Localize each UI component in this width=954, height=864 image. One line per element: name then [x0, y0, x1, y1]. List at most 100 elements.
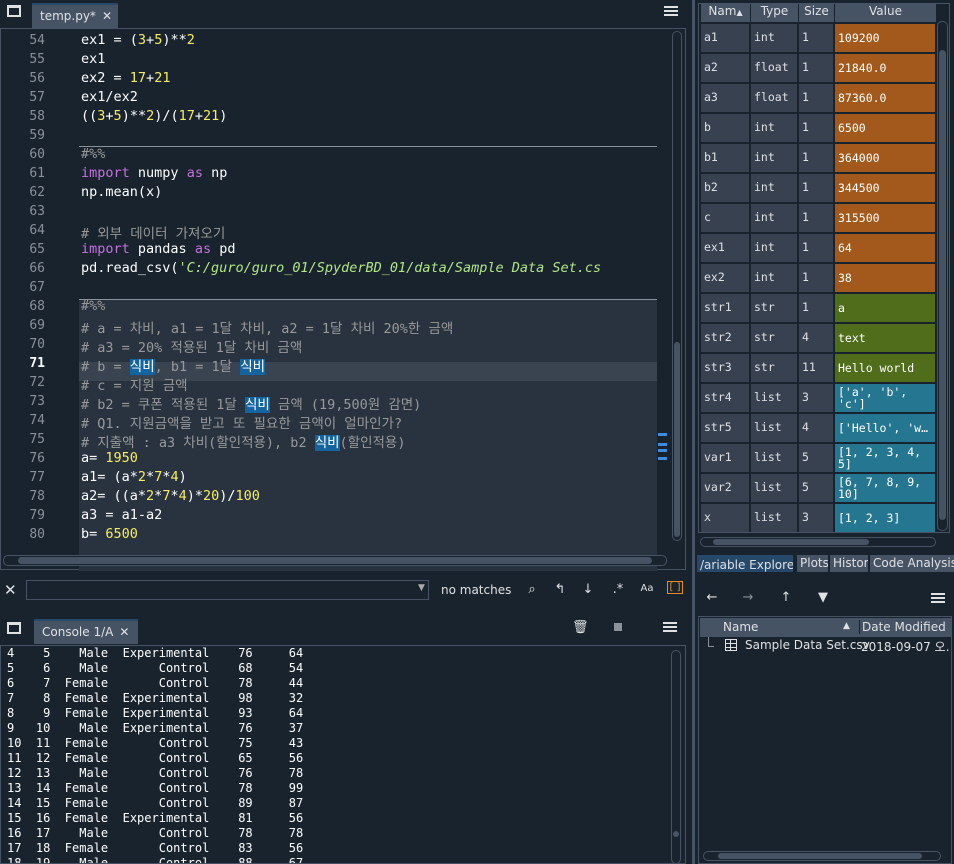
- variable-row[interactable]: ex1 int 1 64: [701, 234, 937, 264]
- file-row[interactable]: Sample Data Set.csv 2018-09-07 오…: [700, 637, 951, 655]
- line-number: 57: [29, 90, 45, 105]
- code-editor[interactable]: 54 ex1 = (3+5)**2 55 ex1 56 ex2 = 17+21 57 ex1/…: [0, 28, 686, 571]
- variable-row[interactable]: b int 1 6500: [701, 114, 937, 144]
- filter-icon[interactable]: ▼: [815, 590, 831, 605]
- column-header-size[interactable]: Size: [799, 4, 835, 22]
- code-line[interactable]: # Q1. 지원금액을 받고 또 필요한 금액이 얼마인가?: [81, 412, 402, 432]
- variable-explorer[interactable]: Nam▲ Type Size Value a1 int 1 109200 a2 float…: [698, 3, 950, 533]
- code-line[interactable]: a1= (a*2*7*4): [81, 469, 187, 485]
- variable-row[interactable]: x list 3 [1, 2, 3]: [701, 504, 937, 532]
- code-line[interactable]: #%%: [81, 298, 105, 314]
- search-history-dropdown-icon[interactable]: ▼: [418, 583, 425, 593]
- varex-vertical-scrollbar[interactable]: [937, 21, 948, 531]
- find-previous-icon[interactable]: ⌕: [524, 582, 540, 597]
- variable-value: ['Hello', 'w…: [835, 414, 935, 443]
- clear-console-icon[interactable]: 🗑: [572, 620, 589, 635]
- tab-variable-explorer[interactable]: /ariable Explore: [697, 555, 793, 572]
- console-options-menu-icon[interactable]: [663, 622, 677, 632]
- forward-arrow-icon[interactable]: →: [740, 590, 756, 605]
- tab-temp-py[interactable]: temp.py* ✕: [32, 3, 118, 28]
- variable-row[interactable]: a2 float 1 21840.0: [701, 54, 937, 84]
- variable-type: list: [751, 504, 797, 532]
- regex-icon[interactable]: .*: [610, 582, 626, 597]
- code-line[interactable]: import pandas as pd: [81, 241, 235, 257]
- variable-value: ['a', 'b', 'c']: [835, 384, 935, 413]
- editor-vertical-scrollbar[interactable]: [672, 31, 682, 541]
- tab-plots[interactable]: Plots: [797, 555, 828, 572]
- tab-console[interactable]: Console 1/A ✕: [34, 619, 138, 644]
- code-line[interactable]: # 외부 데이터 가져오기: [81, 222, 225, 242]
- code-line[interactable]: a= 1950: [81, 450, 138, 466]
- case-sensitive-icon[interactable]: Aa: [639, 583, 655, 594]
- column-header-value[interactable]: Value: [835, 4, 937, 22]
- stop-icon[interactable]: [614, 623, 622, 631]
- code-line[interactable]: ex1: [81, 51, 105, 67]
- column-header-type[interactable]: Type: [751, 4, 799, 22]
- editor-options-menu-icon[interactable]: [664, 6, 678, 16]
- code-line[interactable]: # b = 식비, b1 = 1달 식비: [81, 355, 266, 375]
- variable-row[interactable]: str3 str 11 Hello world: [701, 354, 937, 384]
- code-line[interactable]: ex1/ex2: [81, 89, 138, 105]
- code-line[interactable]: ex1 = (3+5)**2: [81, 32, 195, 48]
- variable-row[interactable]: var2 list 5 [6, 7, 8, 9, 10]: [701, 474, 937, 504]
- line-number: 66: [29, 261, 45, 276]
- code-line[interactable]: np.mean(x): [81, 184, 162, 200]
- find-up-icon[interactable]: ↰: [552, 582, 568, 597]
- variable-row[interactable]: str5 list 4 ['Hello', 'w…: [701, 414, 937, 444]
- variable-row[interactable]: str4 list 3 ['a', 'b', 'c']: [701, 384, 937, 414]
- search-input[interactable]: [26, 580, 429, 600]
- code-line[interactable]: a2= ((a*2*7*4)*20)/100: [81, 488, 260, 504]
- variable-size: 5: [799, 474, 833, 503]
- variable-size: 5: [799, 444, 833, 473]
- tab-history[interactable]: History: [830, 555, 868, 572]
- file-explorer[interactable]: Name ▲ Date Modified Sample Data Set.csv…: [698, 616, 952, 864]
- code-line[interactable]: ex2 = 17+21: [81, 70, 170, 86]
- variable-row[interactable]: var1 list 5 [1, 2, 3, 4, 5]: [701, 444, 937, 474]
- variable-row[interactable]: a3 float 1 87360.0: [701, 84, 937, 114]
- code-line[interactable]: # a = 차비, a1 = 1달 차비, a2 = 1달 차비 20%한 금액: [81, 317, 453, 337]
- code-line[interactable]: pd.read_csv('C:/guro/guro_01/SpyderBD_01…: [81, 260, 601, 276]
- console-line: 8 9 Female Experimental 93 64: [7, 706, 304, 720]
- code-line[interactable]: a3 = a1-a2: [81, 507, 162, 523]
- variable-value: Hello world: [835, 354, 935, 383]
- varex-horizontal-scrollbar[interactable]: [700, 537, 936, 547]
- files-horizontal-scrollbar[interactable]: [703, 851, 941, 861]
- console-pane-icon[interactable]: [7, 622, 21, 634]
- console-line: 16 17 Male Control 78 78: [7, 826, 304, 840]
- code-line[interactable]: ((3+5)**2)/(17+21): [81, 108, 227, 124]
- close-icon[interactable]: ✕: [102, 9, 112, 23]
- tab-code-analysis[interactable]: Code Analysis: [870, 555, 954, 572]
- column-header-name[interactable]: Nam▲: [701, 4, 751, 22]
- whole-word-icon[interactable]: [ ]: [667, 581, 683, 594]
- variable-type: float: [751, 54, 797, 83]
- variable-row[interactable]: str2 str 4 text: [701, 324, 937, 354]
- code-line[interactable]: b= 6500: [81, 526, 138, 542]
- variable-row[interactable]: a1 int 1 109200: [701, 24, 937, 54]
- code-line[interactable]: # b2 = 쿠폰 적용된 1달 식비 금액 (19,500원 감면): [81, 393, 421, 413]
- code-line[interactable]: # a3 = 20% 적용된 1달 차비 금액: [81, 336, 302, 356]
- variable-row[interactable]: str1 str 1 a: [701, 294, 937, 324]
- parent-directory-icon[interactable]: ↑: [778, 590, 794, 605]
- variable-row[interactable]: c int 1 315500: [701, 204, 937, 234]
- column-header-date-modified[interactable]: Date Modified: [859, 620, 946, 634]
- line-number: 58: [29, 109, 45, 124]
- column-header-file-name[interactable]: Name: [723, 620, 758, 634]
- editor-pane-icon[interactable]: [7, 5, 21, 17]
- back-arrow-icon[interactable]: ←: [704, 590, 720, 605]
- code-line[interactable]: # 지출액 : a3 차비(할인적용), b2 식비(할인적용): [81, 431, 405, 451]
- variable-value: 315500: [835, 204, 935, 233]
- close-find-icon[interactable]: ✕: [4, 581, 17, 599]
- find-down-icon[interactable]: ↓: [580, 582, 596, 597]
- code-line[interactable]: # c = 지원 금액: [81, 374, 188, 394]
- pane-splitter[interactable]: [692, 0, 695, 864]
- variable-row[interactable]: b2 int 1 344500: [701, 174, 937, 204]
- close-icon[interactable]: ✕: [119, 625, 129, 639]
- ipython-console[interactable]: 4 5 Male Experimental 76 64 5 6 Male Cont…: [0, 645, 686, 864]
- code-line[interactable]: #%%: [81, 146, 105, 162]
- editor-horizontal-scrollbar[interactable]: [3, 555, 667, 566]
- variable-row[interactable]: b1 int 1 364000: [701, 144, 937, 174]
- console-vertical-scrollbar[interactable]: [671, 650, 681, 863]
- code-line[interactable]: import numpy as np: [81, 165, 227, 181]
- files-options-menu-icon[interactable]: [931, 593, 945, 603]
- variable-row[interactable]: ex2 int 1 38: [701, 264, 937, 294]
